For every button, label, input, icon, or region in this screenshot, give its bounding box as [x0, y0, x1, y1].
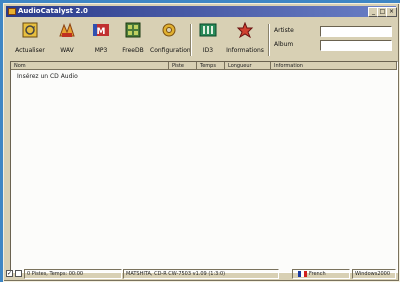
information-icon — [236, 21, 254, 39]
app-icon — [8, 8, 16, 15]
column-header-length[interactable]: Longueur — [225, 62, 271, 70]
album-input[interactable] — [320, 40, 392, 51]
column-header-information[interactable]: Information — [271, 62, 397, 70]
column-header-time[interactable]: Temps — [197, 62, 225, 70]
mp3-icon: M — [93, 24, 109, 37]
column-header-track[interactable]: Piste — [169, 62, 197, 70]
wav-icon — [59, 22, 75, 37]
freedb-label: FreeDB — [122, 47, 144, 54]
album-label: Album — [274, 41, 294, 48]
window-title: AudioCatalyst 2.0 — [18, 7, 88, 15]
id3-button[interactable]: ID3 — [194, 22, 222, 58]
french-flag-icon — [298, 271, 307, 277]
status-bar: ✓ 0 Pistes, Temps: 00:00 MATSHITA, CD-R … — [4, 269, 396, 279]
wav-label: WAV — [60, 47, 74, 54]
informations-label: Informations — [226, 47, 264, 54]
os-panel: Windows2000 — [352, 269, 396, 279]
artist-label: Artiste — [274, 27, 294, 34]
mp3-button[interactable]: M MP3 — [86, 22, 116, 58]
svg-text:M: M — [97, 27, 106, 37]
refresh-icon — [22, 22, 38, 38]
artist-input[interactable] — [320, 26, 392, 37]
toolbar-separator — [268, 24, 270, 56]
app-window: AudioCatalyst 2.0 _ □ × Actualiser WAV M… — [3, 3, 400, 282]
track-list[interactable]: Nom Piste Temps Longueur Information Ins… — [10, 61, 398, 273]
configuration-button[interactable]: Configuration — [150, 22, 191, 58]
id3-label: ID3 — [202, 47, 214, 54]
freedb-button[interactable]: FreeDB — [118, 22, 148, 58]
status-checkbox[interactable]: ✓ — [6, 270, 13, 277]
drive-info: MATSHITA, CD-R CW-7503 v1.09 (1:3:0) — [123, 269, 279, 279]
toolbar: Actualiser WAV M MP3 FreeDB Configuratio… — [6, 20, 397, 58]
mp3-label: MP3 — [94, 47, 108, 54]
configuration-label: Configuration — [150, 47, 191, 54]
language-label: French — [309, 271, 326, 277]
wav-button[interactable]: WAV — [50, 22, 84, 58]
id3-icon — [199, 23, 217, 37]
refresh-button[interactable]: Actualiser — [12, 22, 48, 58]
toolbar-separator — [190, 24, 192, 56]
track-summary: 0 Pistes, Temps: 00:00 — [24, 269, 122, 279]
list-item[interactable]: Insérez un CD Audio — [17, 73, 78, 80]
title-bar[interactable]: AudioCatalyst 2.0 _ □ × — [6, 6, 397, 17]
freedb-icon — [125, 22, 141, 38]
gear-icon — [162, 23, 176, 37]
column-header-name[interactable]: Nom — [11, 62, 169, 70]
refresh-label: Actualiser — [15, 47, 45, 54]
informations-button[interactable]: Informations — [226, 21, 264, 58]
close-button[interactable]: × — [386, 7, 397, 17]
status-checkbox-2[interactable] — [15, 270, 22, 277]
